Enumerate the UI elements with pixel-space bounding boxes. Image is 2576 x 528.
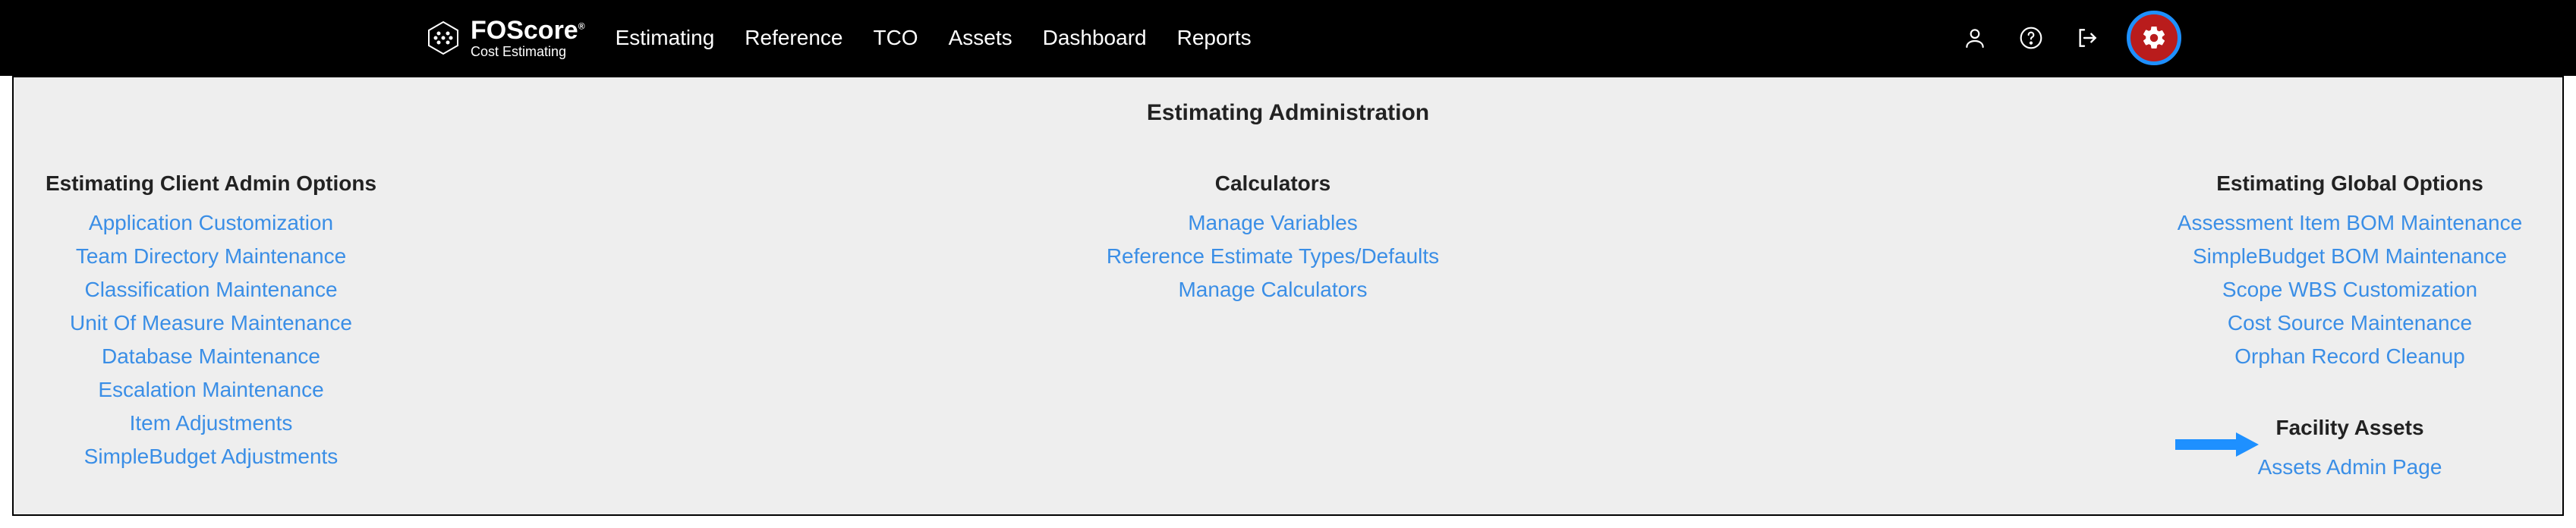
link-scope-wbs-customization[interactable]: Scope WBS Customization bbox=[2222, 278, 2477, 302]
nav-reference[interactable]: Reference bbox=[745, 26, 842, 50]
heading-client-admin: Estimating Client Admin Options bbox=[46, 171, 376, 196]
link-assets-admin-page[interactable]: Assets Admin Page bbox=[2258, 455, 2442, 479]
brand-text: FOScore® Cost Estimating bbox=[471, 17, 585, 58]
page-title: Estimating Administration bbox=[29, 100, 2547, 126]
logo-hex-icon bbox=[425, 20, 461, 56]
brand-name: FOScore® bbox=[471, 17, 585, 43]
brand-tagline: Cost Estimating bbox=[471, 45, 585, 58]
nav-tco[interactable]: TCO bbox=[873, 26, 918, 50]
link-classification-maintenance[interactable]: Classification Maintenance bbox=[84, 278, 337, 302]
link-manage-variables[interactable]: Manage Variables bbox=[1188, 211, 1358, 235]
link-simplebudget-adjustments[interactable]: SimpleBudget Adjustments bbox=[84, 445, 339, 469]
main-nav: Estimating Reference TCO Assets Dashboar… bbox=[616, 26, 1252, 50]
link-manage-calculators[interactable]: Manage Calculators bbox=[1178, 278, 1367, 302]
link-orphan-record-cleanup[interactable]: Orphan Record Cleanup bbox=[2234, 344, 2465, 369]
link-assessment-item-bom[interactable]: Assessment Item BOM Maintenance bbox=[2178, 211, 2522, 235]
heading-calculators: Calculators bbox=[1215, 171, 1331, 196]
help-icon[interactable] bbox=[2014, 21, 2048, 55]
settings-gear-highlighted[interactable] bbox=[2127, 11, 2181, 65]
link-unit-of-measure-maintenance[interactable]: Unit Of Measure Maintenance bbox=[70, 311, 352, 335]
nav-reports[interactable]: Reports bbox=[1177, 26, 1252, 50]
nav-estimating[interactable]: Estimating bbox=[616, 26, 715, 50]
link-simplebudget-bom[interactable]: SimpleBudget BOM Maintenance bbox=[2193, 244, 2507, 269]
heading-facility-assets: Facility Assets bbox=[2275, 416, 2423, 440]
topbar-right bbox=[1958, 11, 2181, 65]
link-reference-estimate-types[interactable]: Reference Estimate Types/Defaults bbox=[1107, 244, 1439, 269]
link-team-directory-maintenance[interactable]: Team Directory Maintenance bbox=[76, 244, 346, 269]
col-calculators: Calculators Manage Variables Reference E… bbox=[393, 171, 2152, 479]
nav-assets[interactable]: Assets bbox=[949, 26, 1012, 50]
col-global-options: Estimating Global Options Assessment Ite… bbox=[2152, 171, 2547, 479]
user-icon[interactable] bbox=[1958, 21, 1992, 55]
col-client-admin: Estimating Client Admin Options Applicat… bbox=[29, 171, 393, 479]
arrow-icon bbox=[2175, 428, 2259, 461]
admin-columns: Estimating Client Admin Options Applicat… bbox=[29, 171, 2547, 479]
brand-logo: FOScore® Cost Estimating bbox=[425, 17, 585, 58]
admin-panel: Estimating Administration Estimating Cli… bbox=[12, 76, 2564, 516]
nav-dashboard[interactable]: Dashboard bbox=[1043, 26, 1147, 50]
link-application-customization[interactable]: Application Customization bbox=[89, 211, 333, 235]
link-item-adjustments[interactable]: Item Adjustments bbox=[130, 411, 293, 435]
logout-icon[interactable] bbox=[2071, 21, 2104, 55]
link-escalation-maintenance[interactable]: Escalation Maintenance bbox=[98, 378, 323, 402]
topbar: FOScore® Cost Estimating Estimating Refe… bbox=[0, 0, 2576, 76]
heading-global-options: Estimating Global Options bbox=[2216, 171, 2483, 196]
link-cost-source-maintenance[interactable]: Cost Source Maintenance bbox=[2228, 311, 2472, 335]
link-database-maintenance[interactable]: Database Maintenance bbox=[102, 344, 320, 369]
